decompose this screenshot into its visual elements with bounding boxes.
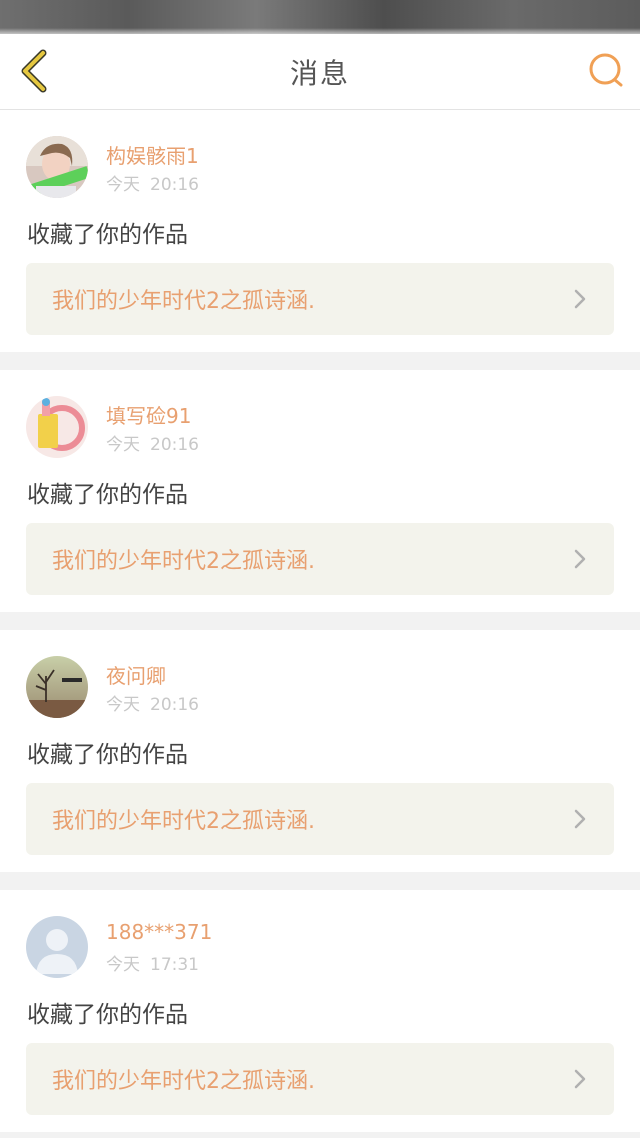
- timestamp-day: 今天: [106, 955, 140, 975]
- user-name[interactable]: 夜问卿: [106, 660, 166, 689]
- work-title: 我们的少年时代2之孤诗涵.: [52, 809, 315, 834]
- back-chevron-icon: [21, 49, 47, 93]
- notification-card: 构娱骸雨1 今天 20:16 收藏了你的作品 我们的少年时代2之孤诗涵.: [0, 110, 640, 352]
- search-icon: [589, 53, 623, 87]
- timestamp-day: 今天: [106, 695, 140, 715]
- photo-avatar-icon: [26, 136, 88, 198]
- default-avatar-icon: [26, 916, 88, 978]
- chevron-right-icon: [572, 547, 588, 571]
- notification-card: 填写硷91 今天 20:16 收藏了你的作品 我们的少年时代2之孤诗涵.: [0, 370, 640, 612]
- action-text: 收藏了你的作品: [27, 742, 188, 768]
- search-button[interactable]: [586, 50, 626, 90]
- user-name[interactable]: 188***371: [106, 920, 212, 944]
- work-link[interactable]: 我们的少年时代2之孤诗涵.: [26, 1043, 614, 1115]
- avatar[interactable]: [26, 656, 88, 718]
- action-text: 收藏了你的作品: [27, 482, 188, 508]
- work-link[interactable]: 我们的少年时代2之孤诗涵.: [26, 263, 614, 335]
- notification-list: 构娱骸雨1 今天 20:16 收藏了你的作品 我们的少年时代2之孤诗涵. 填写硷9…: [0, 110, 640, 1132]
- notification-card: 188***371 今天 17:31 收藏了你的作品 我们的少年时代2之孤诗涵.: [0, 890, 640, 1132]
- nav-bar: 消息: [0, 34, 640, 110]
- work-title: 我们的少年时代2之孤诗涵.: [52, 549, 315, 574]
- timestamp: 今天 20:16: [106, 170, 199, 195]
- cartoon-avatar-icon: [26, 396, 88, 458]
- landscape-avatar-icon: [26, 656, 88, 718]
- timestamp: 今天 17:31: [106, 950, 199, 975]
- timestamp: 今天 20:16: [106, 430, 199, 455]
- timestamp-time: 20:16: [150, 695, 199, 715]
- avatar[interactable]: [26, 136, 88, 198]
- action-text: 收藏了你的作品: [27, 1002, 188, 1028]
- avatar[interactable]: [26, 396, 88, 458]
- status-bar: [0, 0, 640, 34]
- action-text: 收藏了你的作品: [27, 222, 188, 248]
- avatar[interactable]: [26, 916, 88, 978]
- user-name[interactable]: 构娱骸雨1: [106, 140, 199, 169]
- work-title: 我们的少年时代2之孤诗涵.: [52, 1069, 315, 1094]
- timestamp-day: 今天: [106, 435, 140, 455]
- timestamp-time: 20:16: [150, 435, 199, 455]
- chevron-right-icon: [572, 287, 588, 311]
- back-button[interactable]: [14, 48, 54, 94]
- work-link[interactable]: 我们的少年时代2之孤诗涵.: [26, 783, 614, 855]
- work-title: 我们的少年时代2之孤诗涵.: [52, 289, 315, 314]
- timestamp-day: 今天: [106, 175, 140, 195]
- timestamp-time: 20:16: [150, 175, 199, 195]
- timestamp: 今天 20:16: [106, 690, 199, 715]
- user-name[interactable]: 填写硷91: [106, 400, 191, 429]
- notification-card: 夜问卿 今天 20:16 收藏了你的作品 我们的少年时代2之孤诗涵.: [0, 630, 640, 872]
- work-link[interactable]: 我们的少年时代2之孤诗涵.: [26, 523, 614, 595]
- chevron-right-icon: [572, 1067, 588, 1091]
- chevron-right-icon: [572, 807, 588, 831]
- page-title: 消息: [289, 56, 350, 90]
- timestamp-time: 17:31: [150, 955, 199, 975]
